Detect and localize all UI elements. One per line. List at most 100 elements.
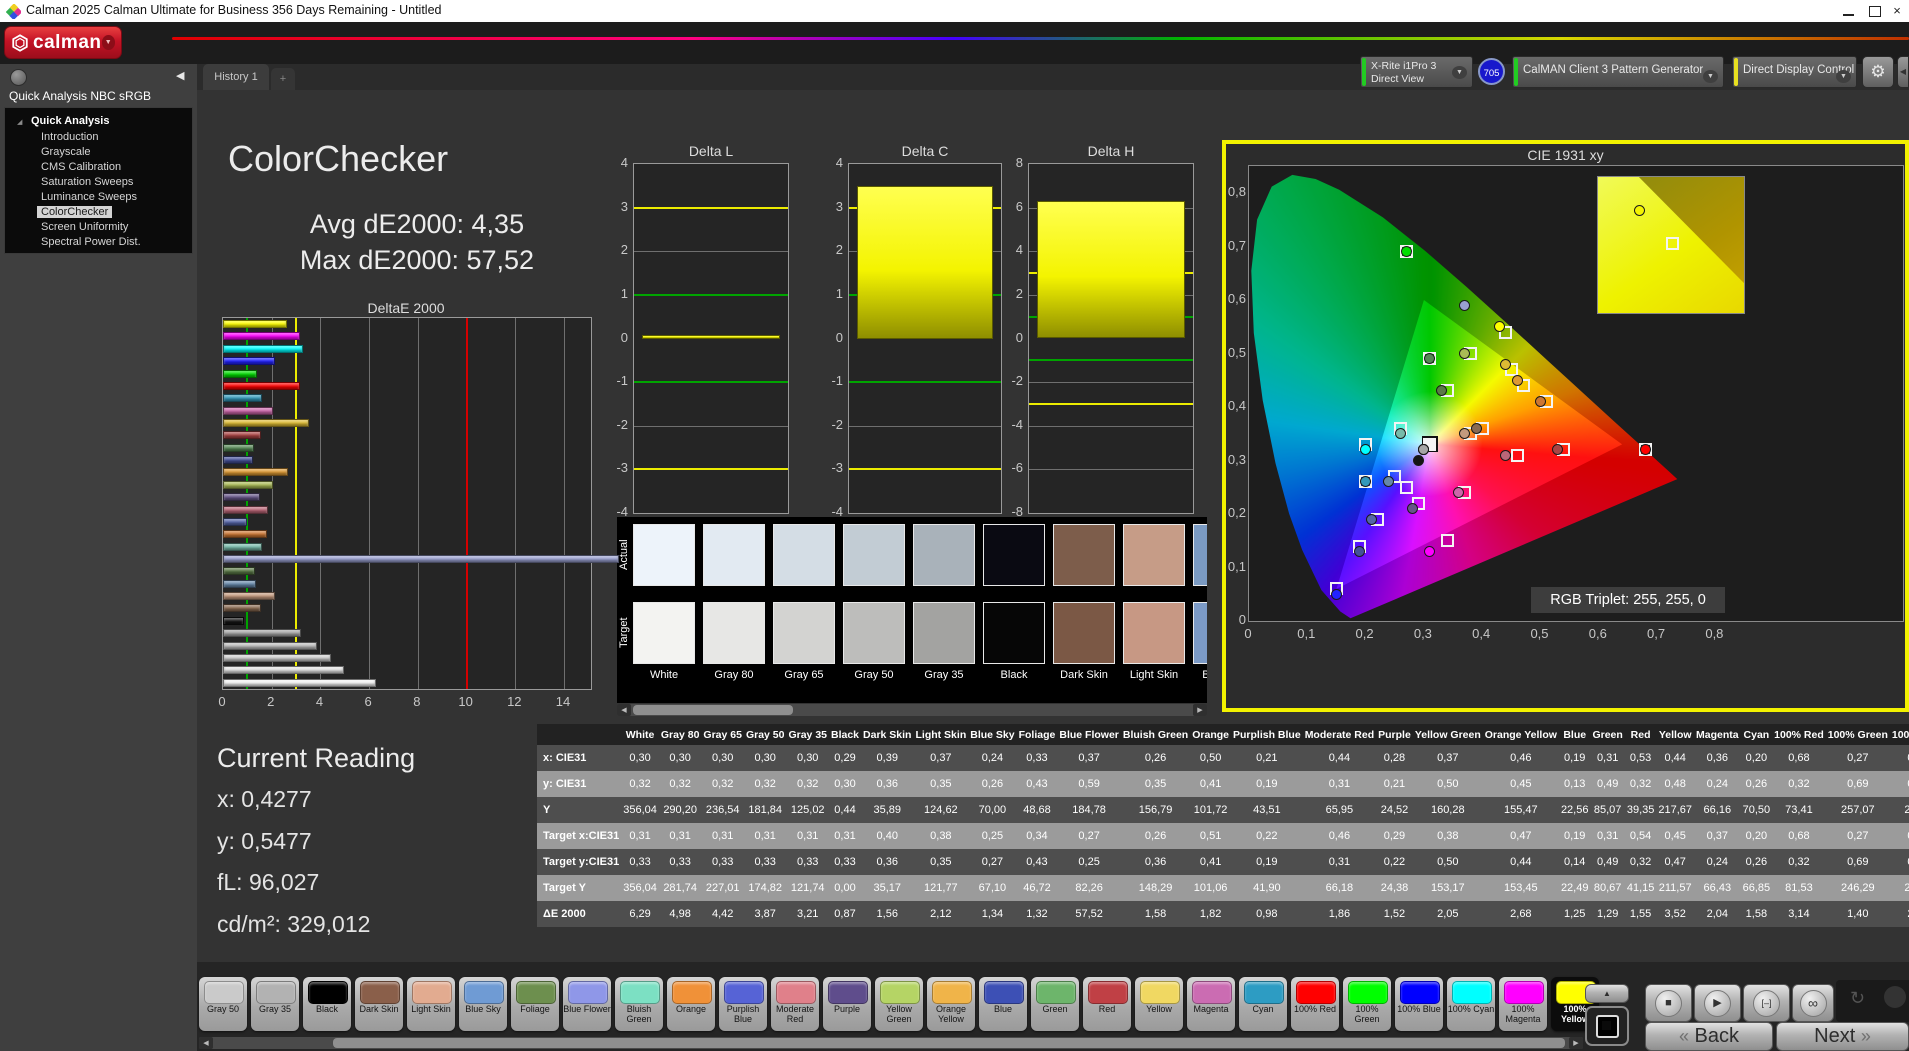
delta-h-title: Delta H	[1028, 143, 1194, 159]
patch-orange[interactable]: Orange	[667, 977, 715, 1031]
sidebar-item-introduction[interactable]: Introduction	[37, 131, 102, 143]
patch-black[interactable]: Black	[303, 977, 351, 1031]
swatch-scrollbar-thumb[interactable]	[633, 705, 793, 715]
cie-xtick-7: 0,7	[1641, 626, 1671, 641]
swatch-actual-gray-35	[913, 524, 975, 586]
patch-light-skin[interactable]: Light Skin	[407, 977, 455, 1031]
scroll-left-icon[interactable]: ◀	[199, 1037, 213, 1049]
continuous-read-button[interactable]: ∞	[1792, 984, 1834, 1022]
sidebar-item-luminance-sweeps[interactable]: Luminance Sweeps	[37, 191, 141, 203]
patch-blue-flower[interactable]: Blue Flower	[563, 977, 611, 1031]
display-control-dropdown[interactable]: Direct Display Control ▼	[1732, 56, 1857, 88]
patch-chip-100pct-green	[1348, 981, 1388, 1004]
patch-purplish-blue[interactable]: Purplish Blue	[719, 977, 767, 1031]
sidebar-item-cms-calibration[interactable]: CMS Calibration	[37, 161, 125, 173]
logo-menu-chevron-icon[interactable]: ▼	[102, 35, 116, 50]
patch-strip-scrollbar[interactable]: ◀ ▶	[199, 1037, 1583, 1049]
patch-100pct-green[interactable]: 100% Green	[1343, 977, 1391, 1031]
add-tab-button[interactable]: +	[271, 68, 295, 90]
patch-dark-skin[interactable]: Dark Skin	[355, 977, 403, 1031]
sidebar-item-grayscale[interactable]: Grayscale	[37, 146, 95, 158]
sidebar-collapse-icon[interactable]: ◀	[176, 69, 184, 82]
scroll-right-icon[interactable]: ▶	[1193, 704, 1207, 716]
patch-blue[interactable]: Blue	[979, 977, 1027, 1031]
sidebar-item-spectral-power-dist-[interactable]: Spectral Power Dist.	[37, 236, 145, 248]
tree-root-quick-analysis[interactable]: Quick Analysis	[31, 115, 109, 127]
patch-magenta[interactable]: Magenta	[1187, 977, 1235, 1031]
play-button[interactable]: ▶	[1694, 984, 1741, 1022]
patch-red[interactable]: Red	[1083, 977, 1131, 1031]
stop-button[interactable]: ■	[1645, 984, 1692, 1022]
delta-c-chart	[848, 163, 1002, 514]
pattern-window-button[interactable]	[1585, 1006, 1629, 1046]
calman-logo-button[interactable]: calman ▼	[4, 26, 122, 59]
patch-100pct-red[interactable]: 100% Red	[1291, 977, 1339, 1031]
pattern-list-collapse-button[interactable]: ▲	[1585, 984, 1629, 1003]
maximize-button[interactable]	[1863, 2, 1887, 20]
delta-l-ytick--2: -2	[606, 417, 628, 432]
next-chevrons-icon: »	[1861, 1026, 1871, 1046]
patch-cyan[interactable]: Cyan	[1239, 977, 1287, 1031]
table-cell: 0,24	[1694, 771, 1741, 797]
sidebar-dot-button[interactable]	[10, 69, 27, 86]
patch-100pct-blue[interactable]: 100% Blue	[1395, 977, 1443, 1031]
patch-moderate-red[interactable]: Moderate Red	[771, 977, 819, 1031]
table-col-light-skin: Light Skin	[913, 724, 968, 745]
patch-blue-sky[interactable]: Blue Sky	[459, 977, 507, 1031]
minimize-button[interactable]	[1837, 2, 1861, 20]
scroll-left-icon[interactable]: ◀	[617, 704, 631, 716]
patch-green[interactable]: Green	[1031, 977, 1079, 1031]
patch-100pct-magenta[interactable]: 100% Magenta	[1499, 977, 1547, 1031]
tree-expander-icon[interactable]: ◢	[17, 118, 22, 126]
pattern-step-button[interactable]: [–]	[1743, 984, 1790, 1022]
sidebar-item-colorchecker[interactable]: ColorChecker	[37, 206, 112, 218]
deltae-gridline	[564, 318, 565, 689]
collapse-panel-icon[interactable]: ◀	[1897, 56, 1909, 88]
back-button[interactable]: « Back	[1645, 1022, 1773, 1051]
patch-yellow[interactable]: Yellow	[1135, 977, 1183, 1031]
patch-bluish-green[interactable]: Bluish Green	[615, 977, 663, 1031]
tab-history-1[interactable]: History 1	[203, 64, 269, 90]
swatch-label-gray-50: Gray 50	[839, 669, 909, 681]
patch-gray-50[interactable]: Gray 50	[199, 977, 247, 1031]
table-cell: 80,67	[1590, 875, 1624, 901]
sidebar-item-screen-uniformity[interactable]: Screen Uniformity	[37, 221, 132, 233]
table-cell: 0,37	[1057, 745, 1121, 771]
meter-dropdown[interactable]: X-Rite i1Pro 3 Direct View ▼	[1360, 56, 1473, 88]
close-button[interactable]: ×	[1885, 2, 1909, 20]
deltae-bar-gray-65	[223, 654, 331, 662]
patch-yellow-green[interactable]: Yellow Green	[875, 977, 923, 1031]
chevron-up-icon: ▲	[1603, 989, 1611, 998]
deltae-bar-dark-skin	[223, 604, 261, 612]
delta-h-ytick-0: 0	[1001, 330, 1023, 345]
patch-gray-35[interactable]: Gray 35	[251, 977, 299, 1031]
table-cell: 0,45	[1483, 771, 1559, 797]
next-button[interactable]: Next »	[1776, 1022, 1909, 1051]
scroll-right-icon[interactable]: ▶	[1569, 1037, 1583, 1049]
patch-scrollbar-thumb[interactable]	[333, 1038, 1565, 1048]
gear-icon[interactable]: ⚙	[1862, 56, 1894, 88]
delta-gridline	[1029, 382, 1193, 383]
chevron-down-icon[interactable]: ▼	[1836, 70, 1851, 83]
table-cell: 57,52	[1057, 901, 1121, 927]
chevron-down-icon[interactable]: ▼	[1703, 70, 1718, 83]
delta-l-ytick-1: 1	[606, 286, 628, 301]
sidebar-item-saturation-sweeps[interactable]: Saturation Sweeps	[37, 176, 137, 188]
patch-orange-yellow[interactable]: Orange Yellow	[927, 977, 975, 1031]
cie-ytick-5: 0,5	[1224, 345, 1246, 360]
patch-purple[interactable]: Purple	[823, 977, 871, 1031]
display-control-status-stripe	[1734, 58, 1738, 86]
chevron-down-icon[interactable]: ▼	[1452, 66, 1467, 79]
pattern-generator-dropdown[interactable]: CalMAN Client 3 Pattern Generator ▼	[1512, 56, 1724, 88]
meter-badge[interactable]: 705	[1478, 58, 1505, 85]
delta-c-ytick-2: 2	[821, 242, 843, 257]
table-cell: 24,38	[1376, 875, 1413, 901]
table-cell: 0,26	[1121, 745, 1190, 771]
swatch-label-gray-80: Gray 80	[699, 669, 769, 681]
patch-foliage[interactable]: Foliage	[511, 977, 559, 1031]
refresh-icon[interactable]: ↻	[1850, 988, 1865, 1009]
patch-label: Light Skin	[407, 1004, 455, 1014]
patch-100pct-cyan[interactable]: 100% Cyan	[1447, 977, 1495, 1031]
swatch-scrollbar[interactable]: ◀ ▶	[617, 704, 1207, 716]
swatch-target-light-skin	[1123, 602, 1185, 664]
